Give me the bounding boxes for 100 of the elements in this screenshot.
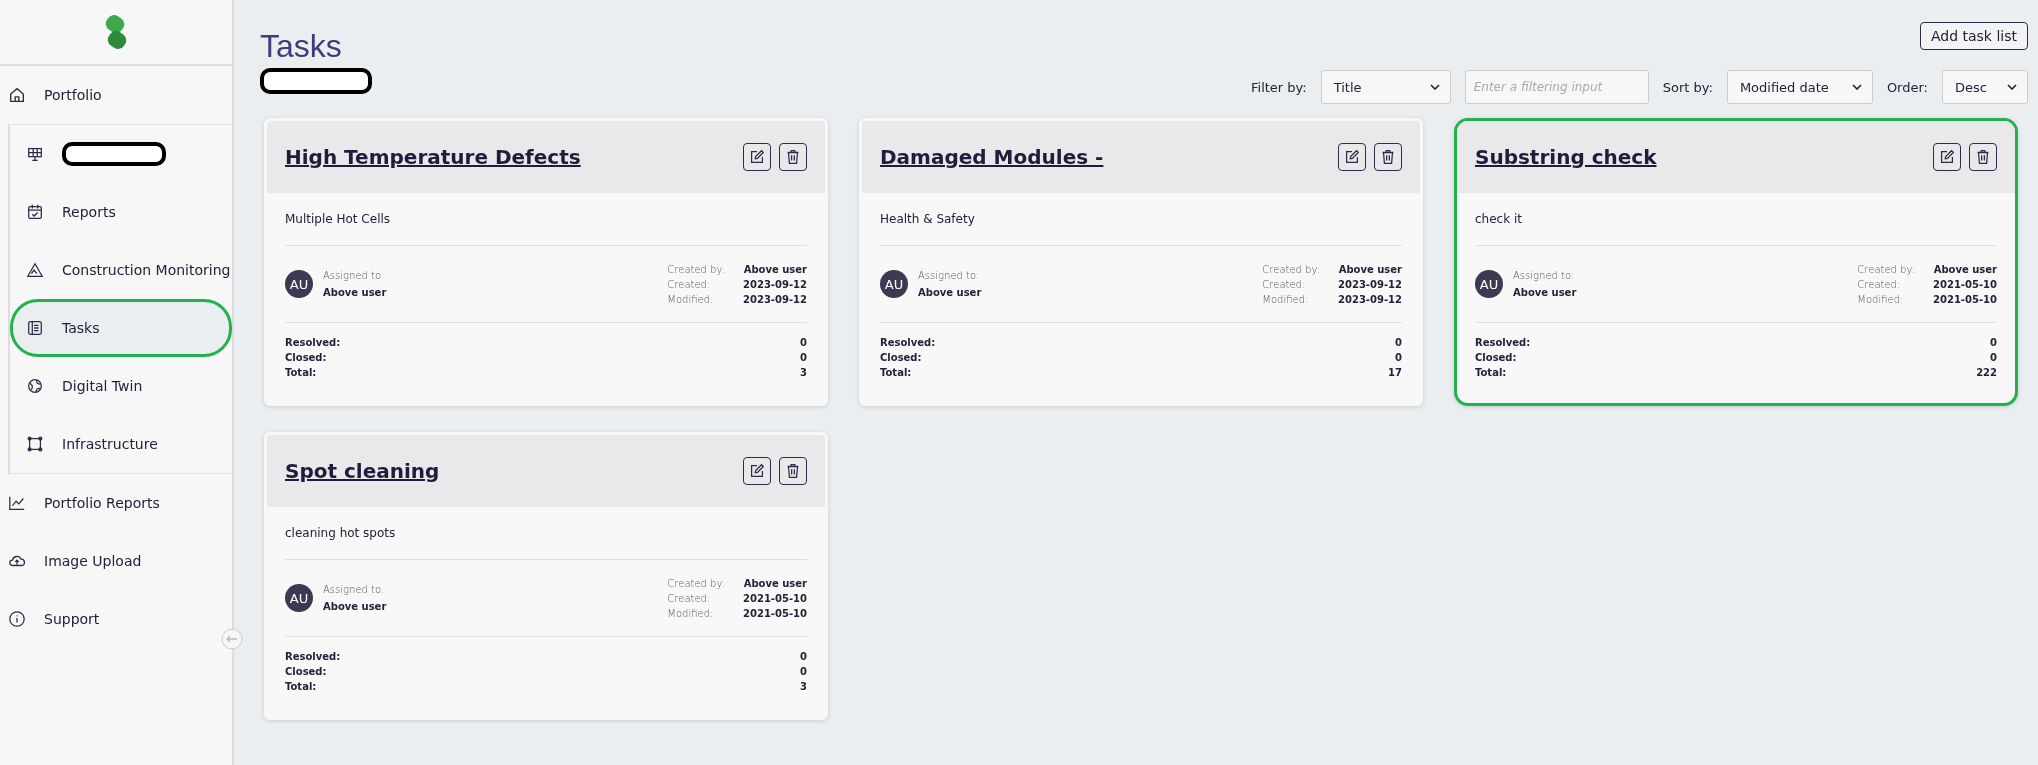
- info-icon: [8, 610, 26, 628]
- order-select[interactable]: Desc: [1942, 70, 2028, 104]
- meta-value: 2021-05-10: [1933, 277, 1997, 292]
- edit-button[interactable]: [1338, 143, 1366, 171]
- stat-value: 0: [1395, 351, 1402, 365]
- avatar: AU: [285, 270, 313, 298]
- square-nodes-icon: [26, 435, 44, 453]
- solar-panel-icon: [26, 145, 44, 163]
- chevron-down-icon: [1851, 84, 1862, 90]
- stat-label: Total:: [880, 366, 912, 380]
- meta-label: Created by:: [667, 576, 726, 591]
- stat-value: 0: [1990, 351, 1997, 365]
- line-chart-icon: [8, 494, 26, 512]
- globe-icon: [26, 377, 44, 395]
- add-task-list-button[interactable]: Add task list: [1919, 22, 2028, 50]
- meta-label: Created by:: [1262, 262, 1321, 277]
- edit-button[interactable]: [743, 143, 771, 171]
- meta-value: Above user: [1933, 262, 1997, 277]
- stat-label: Resolved:: [1475, 336, 1531, 350]
- meta-label: Modified:: [1262, 292, 1310, 307]
- filter-input[interactable]: Enter a filtering input: [1464, 70, 1649, 104]
- meta-value: 2023-09-12: [743, 277, 807, 292]
- meta-value: Above user: [743, 262, 807, 277]
- assigned-label: Assigned to:: [323, 269, 386, 283]
- stat-value: 0: [800, 336, 807, 350]
- task-list-title-link[interactable]: Substring check: [1475, 145, 1657, 169]
- avatar: AU: [1475, 270, 1503, 298]
- edit-button[interactable]: [1933, 143, 1961, 171]
- meta-label: Modified:: [1857, 292, 1905, 307]
- meta-label: Created:: [1262, 277, 1307, 292]
- chevron-down-icon: [2007, 84, 2017, 90]
- assignee-name: Above user: [1513, 286, 1577, 300]
- meta-value: Above user: [1338, 262, 1402, 277]
- meta-value: Above user: [743, 576, 807, 591]
- meta-value: 2021-05-10: [743, 606, 807, 621]
- meta-label: Created by:: [667, 262, 726, 277]
- assigned-label: Assigned to:: [918, 269, 981, 283]
- sidebar-item[interactable]: Infrastructure: [10, 415, 232, 473]
- stat-value: 17: [1388, 366, 1402, 380]
- stat-label: Resolved:: [880, 336, 936, 350]
- meta-value: 2023-09-12: [1338, 292, 1402, 307]
- logo-icon: [104, 14, 128, 50]
- task-list-title-link[interactable]: Spot cleaning: [285, 459, 440, 483]
- sidebar-item[interactable]: Portfolio Reports: [0, 474, 232, 532]
- sidebar-item[interactable]: Image Upload: [0, 532, 232, 590]
- stat-label: Closed:: [285, 351, 327, 365]
- stat-label: Resolved:: [285, 650, 341, 664]
- filter-select[interactable]: Title: [1320, 70, 1451, 104]
- stat-label: Total:: [285, 680, 317, 694]
- home-icon: [8, 86, 26, 104]
- sidebar-item[interactable]: Reports: [10, 183, 232, 241]
- pencil-icon: [1938, 148, 1956, 166]
- stat-label: Resolved:: [285, 336, 341, 350]
- delete-button[interactable]: [1969, 143, 1997, 171]
- delete-button[interactable]: [779, 143, 807, 171]
- meta-value: 2021-05-10: [1933, 292, 1997, 307]
- sidebar-item[interactable]: Tasks: [10, 299, 232, 357]
- sort-select[interactable]: Modified date: [1726, 70, 1873, 104]
- meta-value: 2021-05-10: [743, 591, 807, 606]
- meta-label: Modified:: [667, 606, 715, 621]
- pencil-icon: [1343, 148, 1361, 166]
- stat-value: 0: [800, 665, 807, 679]
- sidebar-item[interactable]: Digital Twin: [10, 357, 232, 415]
- meta-label: Created by:: [1857, 262, 1916, 277]
- assigned-label: Assigned to:: [1513, 269, 1576, 283]
- stat-value: 0: [1395, 336, 1402, 350]
- stat-value: 3: [800, 680, 807, 694]
- stat-value: 0: [1990, 336, 1997, 350]
- sidebar-item[interactable]: Construction Monitoring: [10, 241, 232, 299]
- assignee-name: Above user: [918, 286, 982, 300]
- meta-label: Modified:: [667, 292, 715, 307]
- edit-button[interactable]: [743, 457, 771, 485]
- task-description: cleaning hot spots: [285, 507, 807, 560]
- assigned-label: Assigned to:: [323, 583, 386, 597]
- sidebar-item[interactable]: Support: [0, 590, 232, 648]
- order-label: Order:: [1886, 79, 1928, 95]
- stat-label: Closed:: [880, 351, 922, 365]
- calendar-check-icon: [26, 203, 44, 221]
- sort-label: Sort by:: [1662, 79, 1713, 95]
- warning-triangle-icon: [26, 261, 44, 279]
- assignee-name: Above user: [323, 286, 387, 300]
- stat-label: Total:: [1475, 366, 1507, 380]
- task-description: Health & Safety: [880, 193, 1402, 246]
- meta-value: 2023-09-12: [1338, 277, 1402, 292]
- page-title: Tasks: [260, 30, 342, 62]
- stat-value: 0: [800, 650, 807, 664]
- stat-label: Closed:: [285, 665, 327, 679]
- avatar: AU: [880, 270, 908, 298]
- chevron-down-icon: [1429, 84, 1440, 90]
- stat-label: Total:: [285, 366, 317, 380]
- task-list-title-link[interactable]: Damaged Modules -: [880, 145, 1104, 169]
- meta-value: 2023-09-12: [743, 292, 807, 307]
- stat-value: 0: [800, 351, 807, 365]
- delete-button[interactable]: [1374, 143, 1402, 171]
- delete-button[interactable]: [779, 457, 807, 485]
- task-list-title-link[interactable]: High Temperature Defects: [285, 145, 581, 169]
- assignee-name: Above user: [323, 600, 387, 614]
- meta-label: Created:: [667, 591, 712, 606]
- sidebar-item[interactable]: Portfolio: [0, 66, 232, 124]
- avatar: AU: [285, 584, 313, 612]
